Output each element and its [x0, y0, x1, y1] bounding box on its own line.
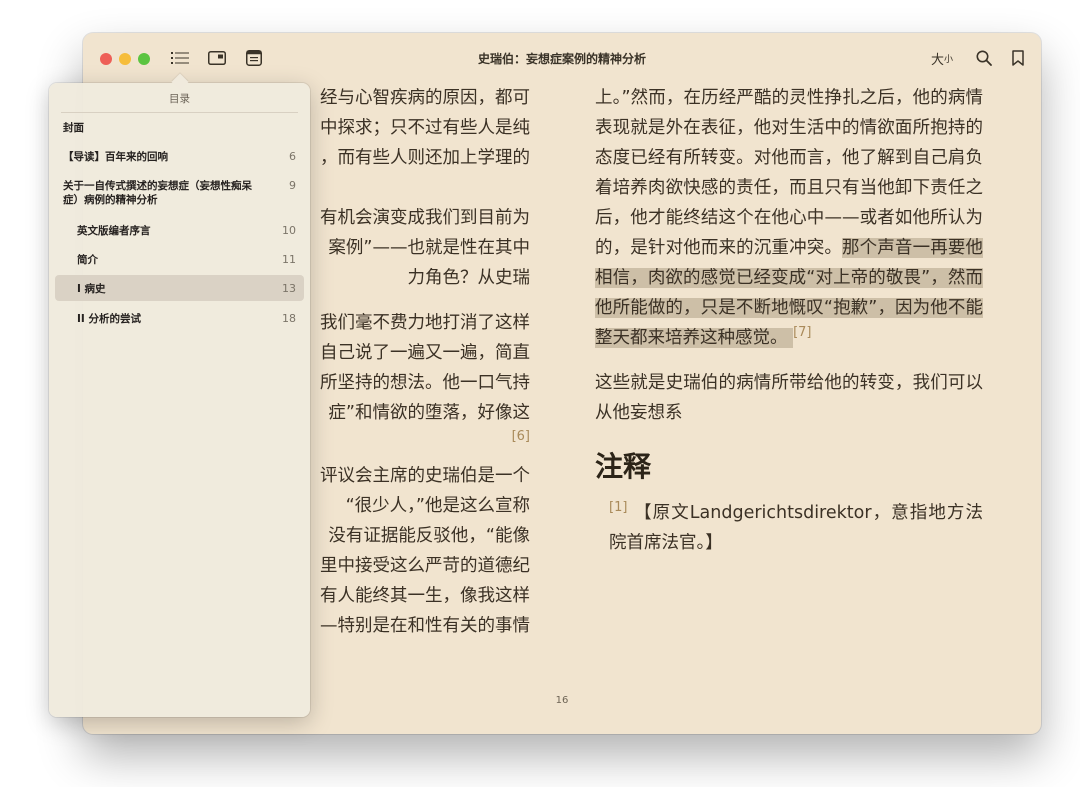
note-reference[interactable]: [7] [793, 325, 811, 340]
paragraph: 上。”然而，在历经严酷的灵性挣扎之后，他的病情表现就是外在表征，他对生活中的情欲… [595, 83, 983, 353]
toc-item-page: 13 [282, 282, 296, 295]
book-title: 史瑞伯：妄想症案例的精神分析 [477, 52, 646, 66]
toc-item-editor-preface[interactable]: 英文版编者序言 10 [55, 224, 304, 244]
toc-popover: 目录 封面 【导读】百年来的回响 6 关于一自传式撰述的妄想症（妄想性痴呆症）病… [49, 83, 310, 717]
right-page-text: 上。”然而，在历经严酷的灵性挣扎之后，他的病情表现就是外在表征，他对生活中的情欲… [595, 83, 983, 558]
font-size-big-label: 大 [930, 52, 944, 68]
search-button[interactable] [973, 47, 995, 69]
toc-item-analysis-attempt[interactable]: II 分析的尝试 18 [55, 312, 304, 332]
divider [61, 112, 298, 113]
paragraph-text: 上。”然而，在历经严酷的灵性挣扎之后，他的病情表现就是外在表征，他对生活中的情欲… [595, 88, 983, 258]
toc-item-intro-reading[interactable]: 【导读】百年来的回响 6 [55, 150, 304, 170]
toc-item-label: I 病史 [77, 283, 106, 295]
footnote: [1] 【原文Landgerichtsdirektor，意指地方法院首席法官。】 [595, 498, 983, 558]
notes-heading: 注释 [595, 450, 652, 483]
footnote-text: 【原文Landgerichtsdirektor，意指地方法院首席法官。】 [609, 503, 983, 553]
toc-item-page: 18 [282, 312, 296, 325]
toc-item-label: 简介 [77, 254, 98, 266]
font-size-button[interactable]: 大小 [927, 47, 957, 69]
toc-item-introduction[interactable]: 简介 11 [55, 253, 304, 273]
toc-item-case-history[interactable]: I 病史 13 [55, 275, 304, 301]
font-size-small-label: 小 [944, 54, 954, 65]
toc-item-label: 封面 [63, 122, 84, 134]
search-icon [976, 50, 992, 66]
toc-item-page: 9 [289, 179, 296, 192]
toc-item-page: 6 [289, 150, 296, 163]
bookmark-icon [1012, 50, 1024, 66]
toc-item-label: 英文版编者序言 [77, 225, 151, 237]
paragraph: 这些就是史瑞伯的病情所带给他的转变，我们可以从他妄想系 [595, 373, 983, 423]
footnote-ref[interactable]: [1] [609, 500, 627, 515]
toc-item-page: 11 [282, 253, 296, 266]
toc-item-label: 关于一自传式撰述的妄想症（妄想性痴呆症）病例的精神分析 [63, 180, 252, 206]
toc-item-cover[interactable]: 封面 [55, 121, 304, 141]
title-bar: 史瑞伯：妄想症案例的精神分析 大小 [83, 33, 1041, 81]
toc-item-label: II 分析的尝试 [77, 313, 141, 325]
toc-item-main-chapter[interactable]: 关于一自传式撰述的妄想症（妄想性痴呆症）病例的精神分析 9 [55, 179, 304, 209]
bookmark-button[interactable] [1007, 47, 1029, 69]
toc-item-page: 10 [282, 224, 296, 237]
toc-item-label: 【导读】百年来的回响 [63, 151, 168, 163]
